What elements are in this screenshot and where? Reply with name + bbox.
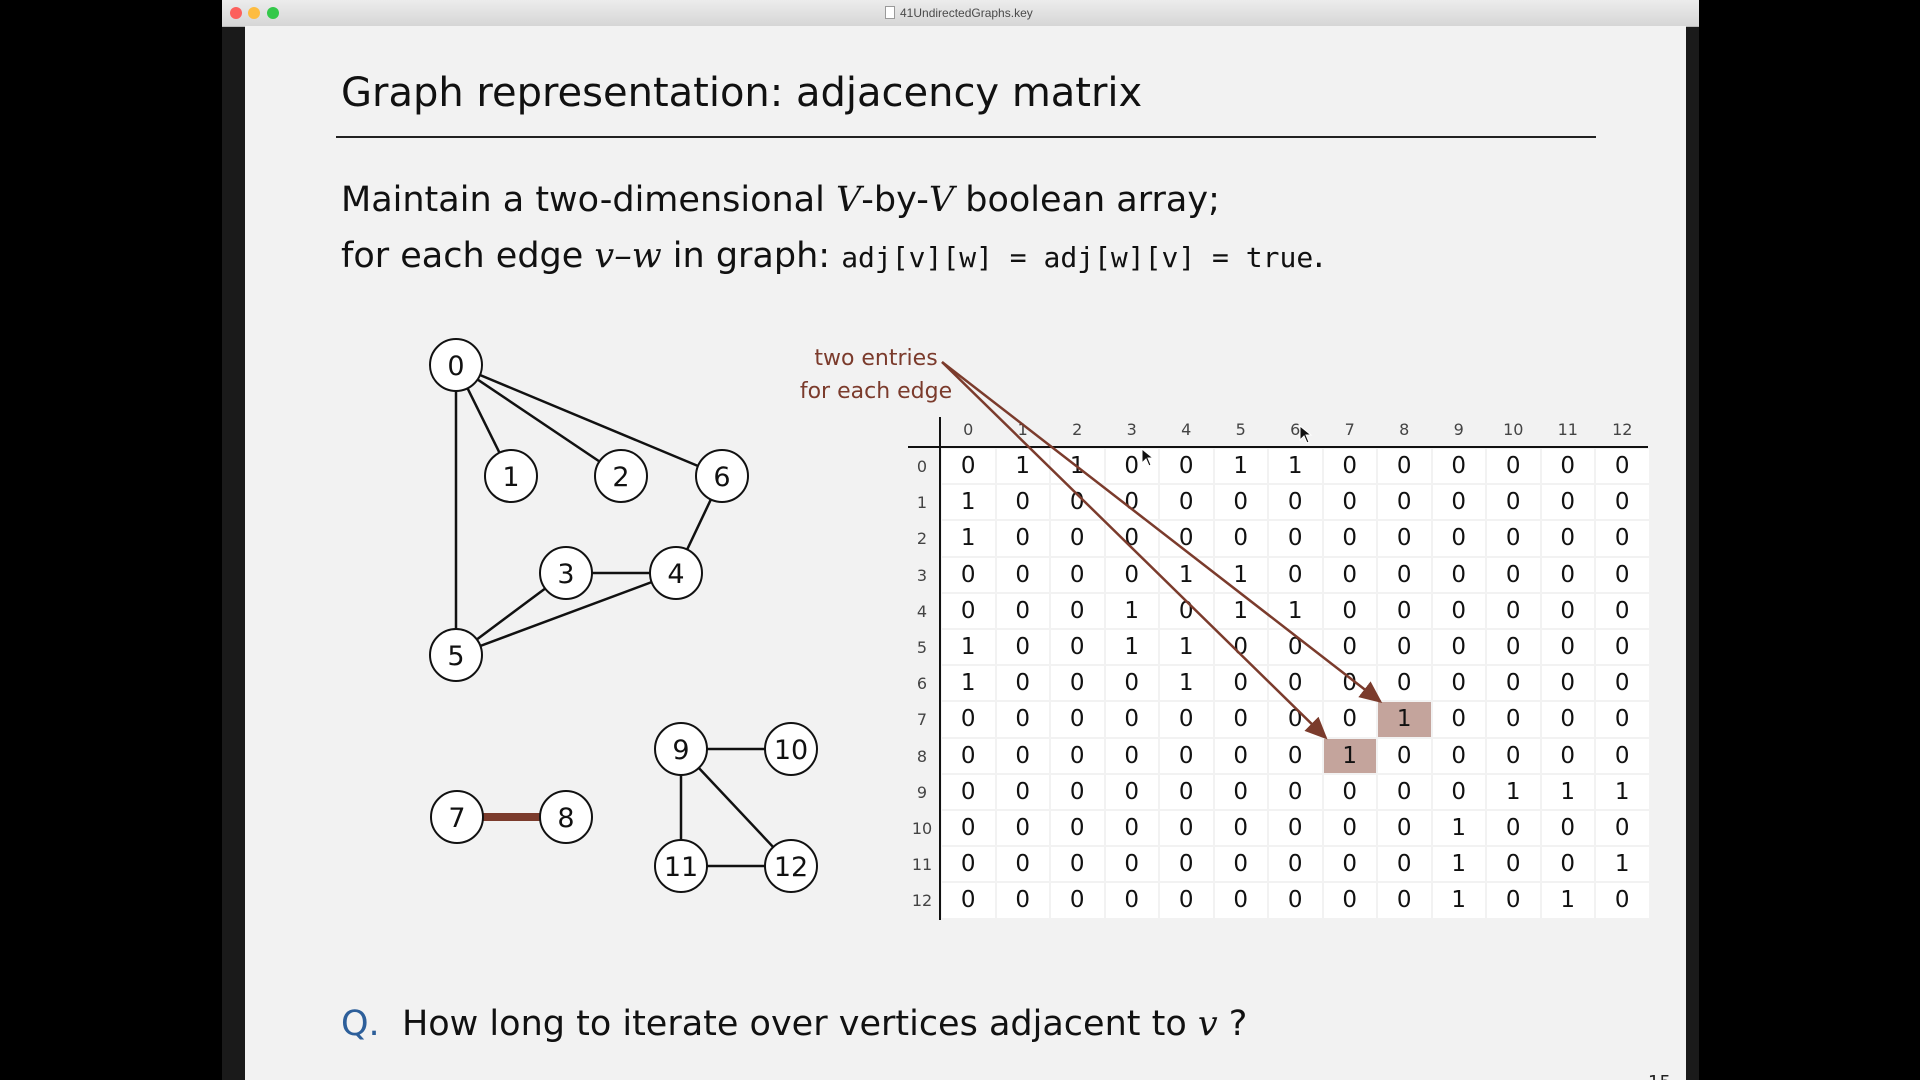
annotation-arrows	[941, 361, 1383, 740]
mouse-cursor-icon	[1141, 448, 1155, 467]
mouse-cursor-icon-2	[1299, 425, 1313, 444]
annotation-arrow	[941, 361, 1383, 704]
annotation-arrow	[941, 361, 1328, 740]
